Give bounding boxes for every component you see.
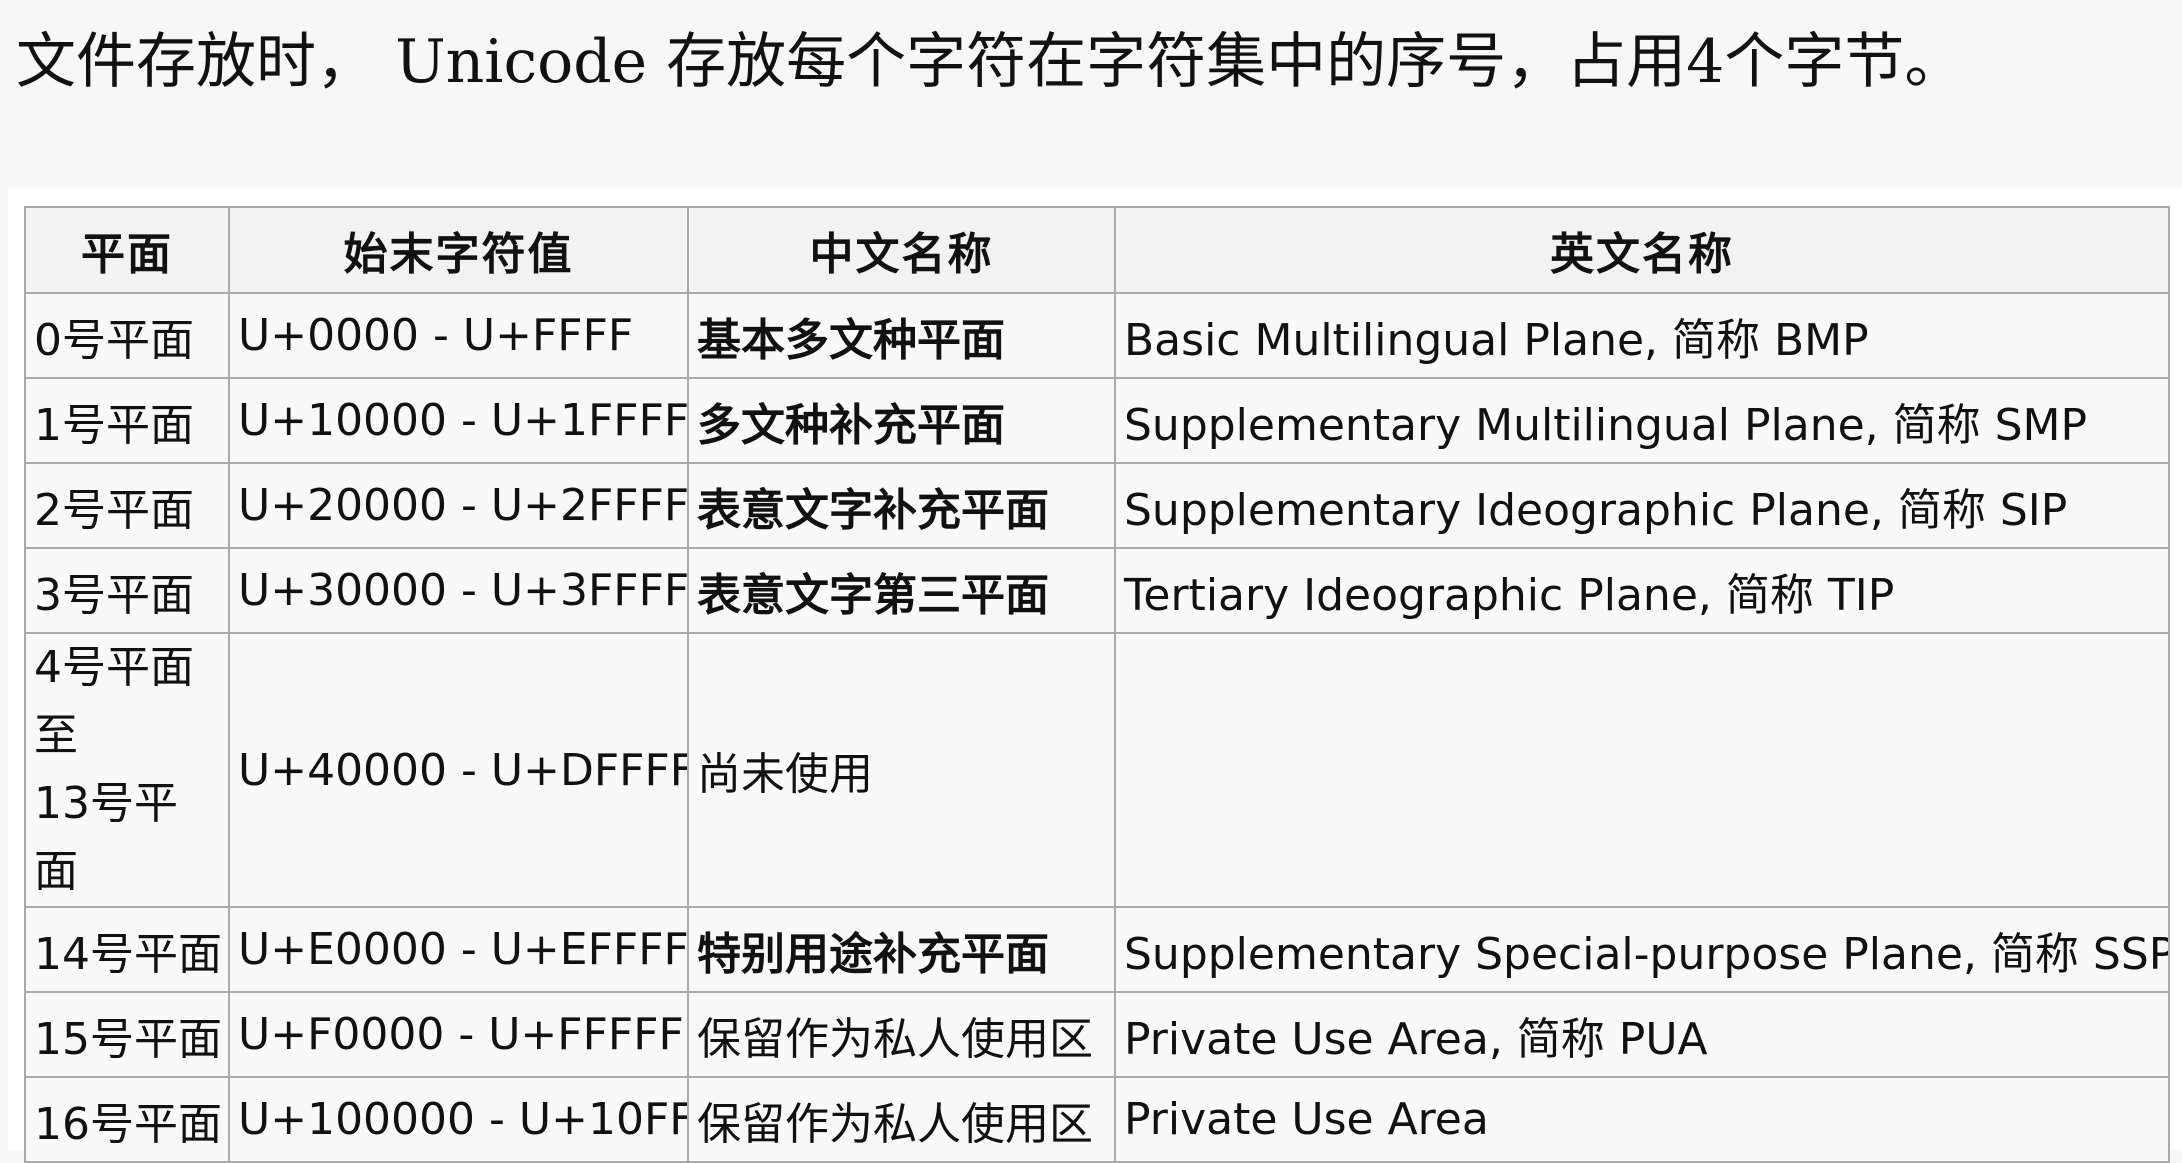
cn-name-cell: 特别用途补充平面: [687, 906, 1116, 993]
range-cell: U+30000 - U+3FFFF: [228, 547, 689, 634]
unicode-planes-table: 平面 始末字符值 中文名称 英文名称 0号平面 U+0000 - U+FFFF …: [24, 206, 2170, 1163]
en-name-cell: Supplementary Ideographic Plane, 简称 SIP: [1114, 462, 2170, 549]
range-cell: U+40000 - U+DFFFF: [228, 632, 689, 908]
plane-line: 13号平面: [34, 778, 178, 897]
table-row: 1号平面 U+10000 - U+1FFFF 多文种补充平面 Supplemen…: [24, 377, 2170, 464]
plane-cell: 15号平面: [24, 991, 230, 1078]
en-name-cell: [1114, 632, 2170, 908]
range-cell: U+20000 - U+2FFFF: [228, 462, 689, 549]
range-cell: U+E0000 - U+EFFFF: [228, 906, 689, 993]
en-name-cell: Private Use Area, 简称 PUA: [1114, 991, 2170, 1078]
intro-sentence: 文件存放时， Unicode 存放每个字符在字符集中的序号，占用4个字节。: [16, 27, 1965, 97]
table-row: 14号平面 U+E0000 - U+EFFFF 特别用途补充平面 Supplem…: [24, 906, 2170, 993]
cn-name-cell: 尚未使用: [687, 632, 1116, 908]
range-cell: U+F0000 - U+FFFFF: [228, 991, 689, 1078]
plane-cell: 2号平面: [24, 462, 230, 549]
plane-line: 4号平面: [34, 642, 194, 693]
table-header-row: 平面 始末字符值 中文名称 英文名称: [24, 206, 2170, 294]
table-panel: 平面 始末字符值 中文名称 英文名称 0号平面 U+0000 - U+FFFF …: [8, 188, 2182, 1163]
table-row: 16号平面 U+100000 - U+10FFFF 保留作为私人使用区 Priv…: [24, 1076, 2170, 1163]
cn-name-cell: 表意文字第三平面: [687, 547, 1116, 634]
table-row: 2号平面 U+20000 - U+2FFFF 表意文字补充平面 Suppleme…: [24, 462, 2170, 549]
table-row: 0号平面 U+0000 - U+FFFF 基本多文种平面 Basic Multi…: [24, 292, 2170, 379]
table-row: 15号平面 U+F0000 - U+FFFFF 保留作为私人使用区 Privat…: [24, 991, 2170, 1078]
en-name-cell: Basic Multilingual Plane, 简称 BMP: [1114, 292, 2170, 379]
cn-name-cell: 保留作为私人使用区: [687, 1076, 1116, 1163]
en-name-cell: Private Use Area: [1114, 1076, 2170, 1163]
cn-name-cell: 多文种补充平面: [687, 377, 1116, 464]
range-cell: U+100000 - U+10FFFF: [228, 1076, 689, 1163]
cn-name-cell: 基本多文种平面: [687, 292, 1116, 379]
plane-cell: 14号平面: [24, 906, 230, 993]
cn-name-cell: 保留作为私人使用区: [687, 991, 1116, 1078]
header-cn-name: 中文名称: [687, 206, 1116, 294]
header-plane: 平面: [24, 206, 230, 294]
range-cell: U+10000 - U+1FFFF: [228, 377, 689, 464]
table-row: 3号平面 U+30000 - U+3FFFF 表意文字第三平面 Tertiary…: [24, 547, 2170, 634]
plane-cell: 0号平面: [24, 292, 230, 379]
en-name-cell: Supplementary Special-purpose Plane, 简称 …: [1114, 906, 2170, 993]
plane-cell: 3号平面: [24, 547, 230, 634]
table-row: 4号平面 至 13号平面 U+40000 - U+DFFFF 尚未使用: [24, 632, 2170, 908]
cn-name-cell: 表意文字补充平面: [687, 462, 1116, 549]
plane-cell: 4号平面 至 13号平面: [24, 632, 230, 908]
en-name-cell: Supplementary Multilingual Plane, 简称 SMP: [1114, 377, 2170, 464]
plane-line: 至: [34, 710, 78, 761]
range-cell: U+0000 - U+FFFF: [228, 292, 689, 379]
header-range: 始末字符值: [228, 206, 689, 294]
header-en-name: 英文名称: [1114, 206, 2170, 294]
plane-cell: 16号平面: [24, 1076, 230, 1163]
plane-cell: 1号平面: [24, 377, 230, 464]
en-name-cell: Tertiary Ideographic Plane, 简称 TIP: [1114, 547, 2170, 634]
